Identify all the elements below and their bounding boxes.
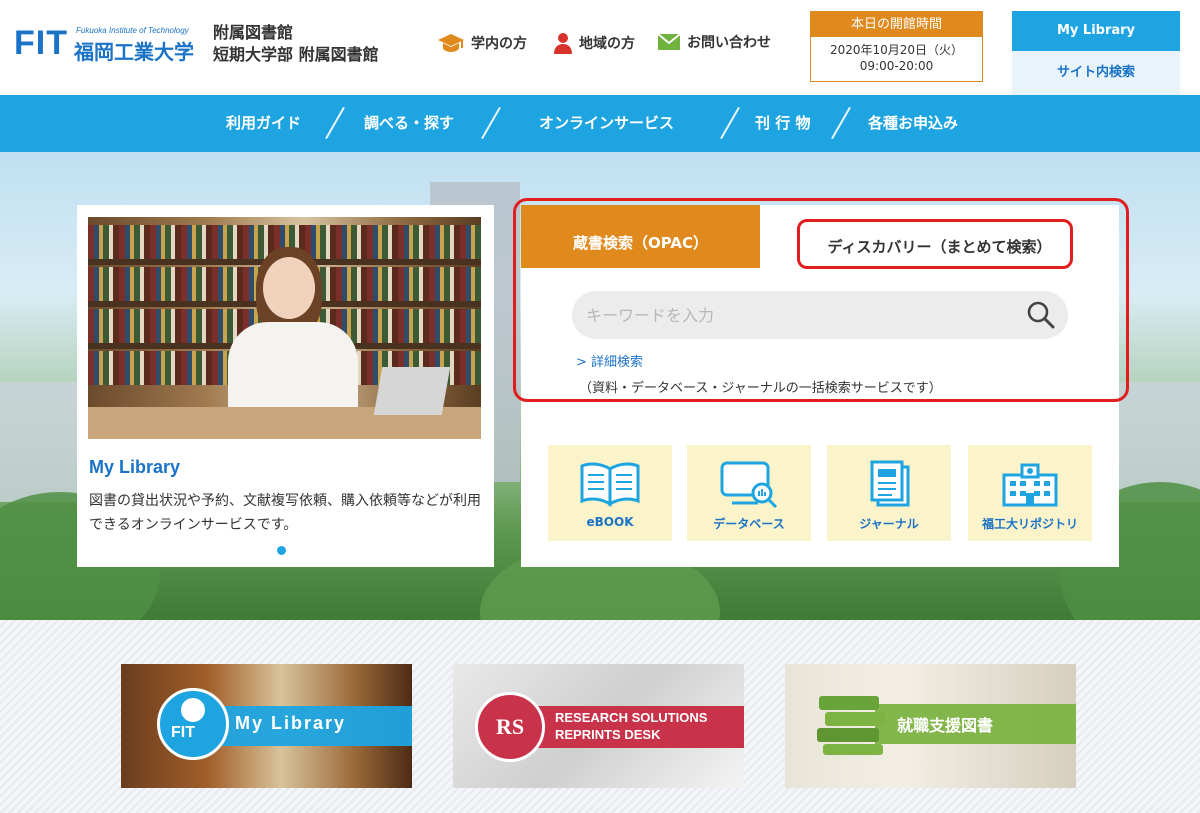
user-icon xyxy=(181,698,205,722)
my-library-button[interactable]: My Library xyxy=(1012,11,1180,51)
tile-database[interactable]: データベース xyxy=(687,445,811,541)
quick-link-community[interactable]: 地域の方 xyxy=(553,32,635,54)
database-monitor-icon xyxy=(720,461,778,509)
library-photo xyxy=(88,217,481,439)
rs-logo-icon: RS xyxy=(475,692,545,762)
logo-fit-text: FIT xyxy=(14,24,68,62)
mail-icon xyxy=(657,33,681,50)
my-library-card[interactable]: My Library 図書の貸出状況や予約、文献複写依頼、購入依頼等などが利用で… xyxy=(77,205,494,567)
nav-item-applications[interactable]: 各種お申込み xyxy=(868,95,958,152)
opening-hours-date: 2020年10月20日（火） xyxy=(829,43,964,57)
tile-journal[interactable]: ジャーナル xyxy=(827,445,951,541)
library-name: 附属図書館 短期大学部 附属図書館 xyxy=(213,22,379,66)
nav-separator xyxy=(325,106,345,140)
tile-label: 福工大リポジトリ xyxy=(981,517,1078,531)
tile-label: eBOOK xyxy=(586,515,634,529)
nav-separator xyxy=(720,106,740,140)
person-icon xyxy=(554,33,572,54)
tile-repository[interactable]: 福工大リポジトリ xyxy=(968,445,1092,541)
nav-item-guide[interactable]: 利用ガイド xyxy=(226,95,301,152)
banner-label: 就職支援図書 xyxy=(897,716,994,735)
discovery-note: （資料・データベース・ジャーナルの一括検索サービスです） xyxy=(579,381,942,396)
main-nav: 利用ガイド 調べる・探す オンラインサービス 刊 行 物 各種お申込み xyxy=(0,95,1200,152)
tile-ebook[interactable]: eBOOK xyxy=(548,445,672,541)
quick-link-label: 地域の方 xyxy=(579,36,635,52)
opening-hours-title: 本日の開館時間 xyxy=(811,12,982,37)
nav-separator xyxy=(831,106,851,140)
banner-section: FIT My Library RS RESEARCH SOLUTIONS REP… xyxy=(0,620,1200,813)
opening-hours-time: 09:00-20:00 xyxy=(859,59,934,73)
site-header: FIT Fukuoka Institute of Technology 福岡工業… xyxy=(0,0,1200,95)
graduation-cap-icon xyxy=(438,34,464,52)
search-box xyxy=(572,291,1068,339)
banner-my-library[interactable]: FIT My Library xyxy=(121,664,412,788)
quick-link-label: お問い合わせ xyxy=(687,35,771,51)
tab-opac[interactable]: 蔵書検索（OPAC） xyxy=(521,205,760,268)
nav-separator xyxy=(481,106,501,140)
my-library-card-title[interactable]: My Library xyxy=(89,457,180,478)
stacked-books-icon xyxy=(817,696,885,755)
student-face xyxy=(263,257,315,319)
background-building xyxy=(0,382,85,502)
quick-link-label: 学内の方 xyxy=(471,36,527,52)
logo-english-name: Fukuoka Institute of Technology xyxy=(76,26,189,35)
opening-hours-box: 本日の開館時間 2020年10月20日（火） 09:00-20:00 xyxy=(810,11,983,82)
banner-label: My Library xyxy=(235,713,347,733)
hero-section: My Library 図書の貸出状況や予約、文献複写依頼、購入依頼等などが利用で… xyxy=(0,152,1200,620)
banner-fit-text: FIT xyxy=(171,724,195,741)
library-name-line2: 短期大学部 附属図書館 xyxy=(213,45,379,64)
carousel-dot-active[interactable] xyxy=(277,546,286,555)
banner-label-line1: RESEARCH SOLUTIONS xyxy=(555,710,708,725)
open-book-icon xyxy=(580,462,640,507)
nav-item-publications[interactable]: 刊 行 物 xyxy=(755,95,810,152)
advanced-search-link[interactable]: > 詳細検索 xyxy=(576,351,643,370)
logo-japanese-name: 福岡工業大学 xyxy=(74,40,194,64)
banner-job-books[interactable]: 就職支援図書 xyxy=(785,664,1076,788)
banner-research-solutions[interactable]: RS RESEARCH SOLUTIONS REPRINTS DESK xyxy=(453,664,744,788)
site-search-button[interactable]: サイト内検索 xyxy=(1012,51,1180,95)
laptop xyxy=(373,367,451,415)
tile-label: データベース xyxy=(713,517,785,531)
tab-discovery[interactable]: ディスカバリー（まとめて検索） xyxy=(760,205,1119,268)
tile-label: ジャーナル xyxy=(859,517,919,531)
search-input[interactable] xyxy=(586,291,1006,339)
student-body xyxy=(228,322,358,417)
nav-item-online-services[interactable]: オンラインサービス xyxy=(539,95,674,152)
quick-link-contact[interactable]: お問い合わせ xyxy=(657,32,771,52)
search-panel: 蔵書検索（OPAC） ディスカバリー（まとめて検索） > 詳細検索 （資料・デー… xyxy=(521,205,1119,567)
library-name-line1: 附属図書館 xyxy=(213,23,294,42)
quick-link-students[interactable]: 学内の方 xyxy=(437,32,527,54)
journal-icon xyxy=(870,460,910,507)
site-logo[interactable]: FIT Fukuoka Institute of Technology 福岡工業… xyxy=(14,24,204,64)
my-library-card-description: 図書の貸出状況や予約、文献複写依頼、購入依頼等などが利用できるオンラインサービス… xyxy=(89,493,481,533)
building-icon xyxy=(1002,463,1058,507)
nav-item-search[interactable]: 調べる・探す xyxy=(364,95,454,152)
banner-label-line2: REPRINTS DESK xyxy=(555,727,661,742)
search-icon[interactable] xyxy=(1026,300,1056,330)
